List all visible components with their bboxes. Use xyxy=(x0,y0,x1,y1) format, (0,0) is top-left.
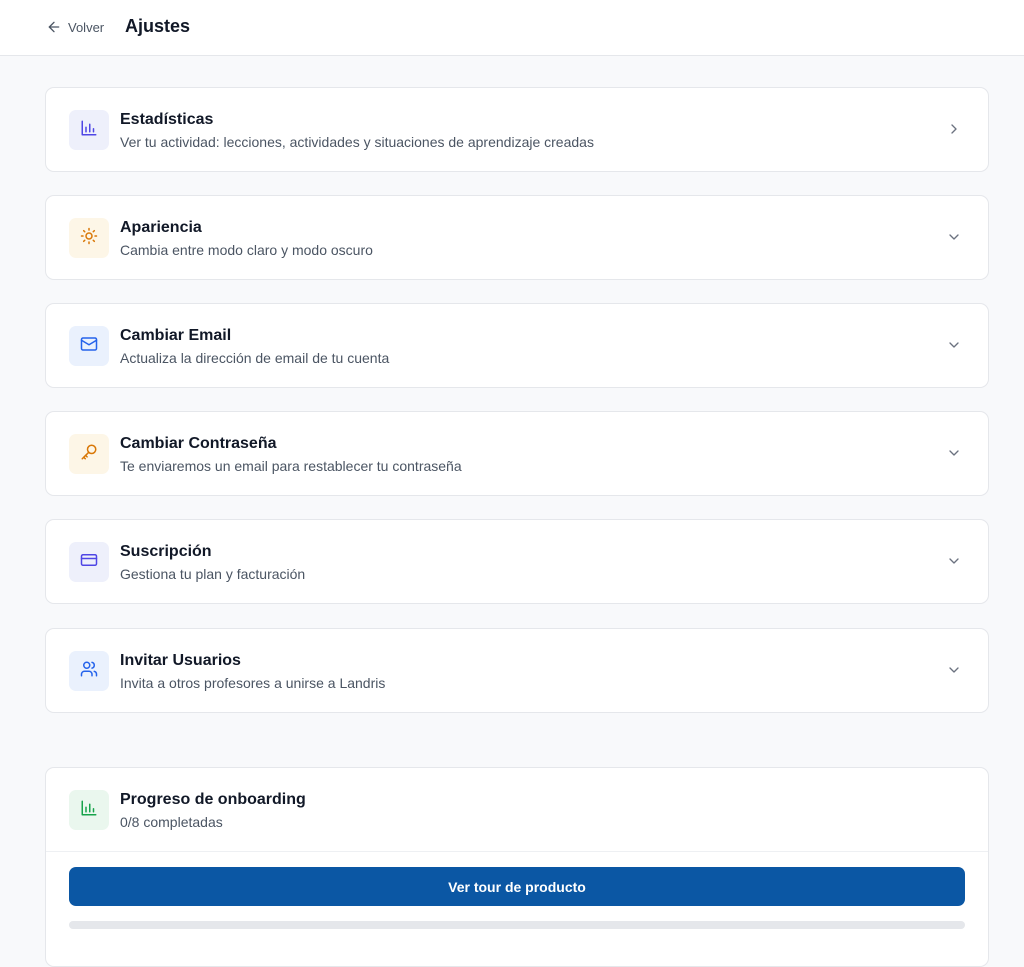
card-title: Suscripción xyxy=(120,543,212,560)
onboarding-title: Progreso de onboarding xyxy=(120,791,306,808)
back-button[interactable]: Volver xyxy=(46,17,104,37)
chevron-down-icon xyxy=(946,553,962,569)
onboarding-header: Progreso de onboarding 0/8 completadas xyxy=(46,768,988,852)
back-label: Volver xyxy=(68,19,105,35)
product-tour-button[interactable]: Ver tour de producto xyxy=(69,867,965,906)
card-title: Cambiar Email xyxy=(120,327,232,344)
settings-card-estadisticas[interactable]: Estadísticas Ver tu actividad: lecciones… xyxy=(45,87,989,172)
sun-icon xyxy=(80,227,98,250)
page-title: Ajustes xyxy=(125,16,191,36)
onboarding-status: 0/8 completadas xyxy=(120,814,223,830)
settings-card-cambiar-contrasena[interactable]: Cambiar Contraseña Te enviaremos un emai… xyxy=(45,411,989,496)
onboarding-icon-box xyxy=(69,790,109,830)
arrow-left-icon xyxy=(46,19,62,35)
credit-card-icon xyxy=(80,551,98,574)
card-icon-box xyxy=(69,651,109,691)
card-description: Actualiza la dirección de email de tu cu… xyxy=(120,350,390,366)
settings-card-cambiar-email[interactable]: Cambiar Email Actualiza la dirección de … xyxy=(45,303,989,388)
card-icon-box xyxy=(69,434,109,474)
top-bar: Volver Ajustes xyxy=(0,0,1024,56)
card-description: Cambia entre modo claro y modo oscuro xyxy=(120,242,373,258)
onboarding-progress-bar xyxy=(69,921,965,929)
users-icon xyxy=(80,660,98,683)
card-title: Apariencia xyxy=(120,219,202,236)
card-title: Estadísticas xyxy=(120,111,214,128)
onboarding-panel: Progreso de onboarding 0/8 completadas V… xyxy=(45,767,989,967)
key-icon xyxy=(80,443,98,466)
settings-card-suscripcion[interactable]: Suscripción Gestiona tu plan y facturaci… xyxy=(45,519,989,604)
chevron-down-icon xyxy=(946,445,962,461)
card-description: Gestiona tu plan y facturación xyxy=(120,566,306,582)
settings-card-apariencia[interactable]: Apariencia Cambia entre modo claro y mod… xyxy=(45,195,989,280)
card-title: Invitar Usuarios xyxy=(120,652,241,669)
chevron-right-icon xyxy=(946,121,962,137)
bar-chart-icon xyxy=(80,119,98,142)
card-title: Cambiar Contraseña xyxy=(120,435,277,452)
settings-card-invitar-usuarios[interactable]: Invitar Usuarios Invita a otros profesor… xyxy=(45,628,989,713)
card-icon-box xyxy=(69,542,109,582)
card-description: Invita a otros profesores a unirse a Lan… xyxy=(120,675,386,691)
chevron-down-icon xyxy=(946,662,962,678)
card-description: Te enviaremos un email para restablecer … xyxy=(120,458,462,474)
mail-icon xyxy=(80,335,98,358)
chevron-down-icon xyxy=(946,337,962,353)
card-icon-box xyxy=(69,218,109,258)
card-description: Ver tu actividad: lecciones, actividades… xyxy=(120,134,594,150)
card-icon-box xyxy=(69,110,109,150)
chevron-down-icon xyxy=(946,229,962,245)
bar-chart-icon xyxy=(80,799,98,822)
card-icon-box xyxy=(69,326,109,366)
